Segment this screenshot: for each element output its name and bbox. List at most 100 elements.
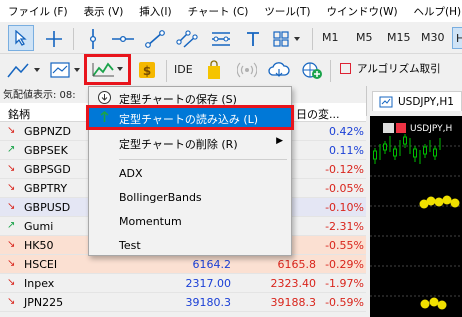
chart-area[interactable]: USDJPY,H	[370, 116, 462, 317]
cursor-button[interactable]	[8, 25, 34, 51]
vertical-line-button[interactable]	[80, 27, 106, 51]
menu-item-delete-template[interactable]: 定型チャートの削除 (R) ▶	[89, 133, 291, 152]
symbol-cell: GBPUSD	[24, 201, 71, 214]
chart-type-dropdown[interactable]	[4, 59, 44, 81]
line-chart-icon	[7, 63, 40, 78]
horizontal-line-button[interactable]	[110, 27, 136, 51]
menu-item-label: BollingerBands	[119, 191, 202, 204]
change-cell: -0.29%	[325, 258, 364, 271]
menu-item-template-adx[interactable]: ADX	[89, 164, 291, 183]
chart-tab-icon	[379, 96, 393, 107]
fibonacci-button[interactable]	[208, 27, 234, 51]
crosshair-button[interactable]	[42, 27, 66, 51]
menu-item-load-template[interactable]: 定型チャートの読み込み (L)	[86, 105, 294, 130]
dollar-icon: $	[139, 62, 155, 78]
timeframe-m15[interactable]: M15	[387, 31, 411, 44]
menu-window[interactable]: ウインドウ(W)	[326, 4, 397, 19]
chart-zoom-dropdown[interactable]	[48, 59, 84, 81]
menu-chart[interactable]: チャート (C)	[188, 4, 249, 19]
change-cell: 0.11%	[329, 144, 364, 157]
arrow-down-icon: ↘	[7, 182, 16, 193]
menu-view[interactable]: 表示 (V)	[84, 4, 124, 19]
ask-cell: 2323.40	[270, 277, 317, 290]
timeframe-m5[interactable]: M5	[356, 31, 373, 44]
menu-file[interactable]: ファイル (F)	[8, 4, 68, 19]
shapes-dropdown[interactable]	[270, 27, 306, 51]
arrow-down-icon: ↘	[7, 296, 16, 307]
symbol-cell: HSCEI	[24, 258, 58, 271]
timeframe-h1[interactable]: H1	[452, 27, 462, 49]
change-cell: -0.12%	[325, 163, 364, 176]
bid-cell: 6164.2	[192, 258, 232, 271]
change-cell: -2.31%	[325, 220, 364, 233]
market-button[interactable]	[204, 58, 224, 82]
symbol-cell: Gumi	[24, 220, 54, 233]
add-indicator-button[interactable]	[300, 59, 324, 81]
experts-button[interactable]: $	[136, 59, 158, 81]
chart-tab-label: USDJPY,H1	[398, 95, 454, 108]
arrow-down-icon: ↘	[7, 277, 16, 288]
svg-text:$: $	[143, 64, 151, 78]
algo-trading-label: アルゴリズム取引	[357, 63, 441, 75]
trendline-icon	[145, 30, 165, 48]
signal-icon	[237, 62, 257, 78]
menu-item-label: 定型チャートの読み込み (L)	[119, 113, 259, 126]
menu-item-save-template[interactable]: 定型チャートの保存 (S)	[89, 88, 291, 107]
vertical-line-icon	[89, 29, 97, 49]
algo-trading-toggle[interactable]: アルゴリズム取引	[340, 61, 441, 76]
arrow-down-icon: ↘	[7, 163, 16, 174]
ask-cell: 39188.3	[270, 296, 317, 309]
market-watch-row[interactable]: ↘ JPN225 39180.3 39188.3 -0.59%	[0, 293, 366, 312]
channel-icon	[176, 30, 198, 48]
symbol-cell: JPN225	[24, 296, 64, 309]
template-button-callout	[84, 54, 131, 85]
arrow-up-icon: ↗	[7, 144, 16, 155]
arrow-down-icon: ↘	[7, 201, 16, 212]
symbol-cell: GBPTRY	[24, 182, 68, 195]
text-button[interactable]	[242, 27, 264, 51]
timeframe-m1[interactable]: M1	[322, 31, 339, 44]
trendline-button[interactable]	[142, 27, 168, 51]
col-header-change[interactable]: 日の変...	[296, 106, 340, 122]
menu-tools[interactable]: ツール(T)	[264, 4, 310, 19]
vps-button[interactable]	[268, 59, 290, 81]
cloud-icon	[268, 62, 290, 77]
symbol-cell: GBPNZD	[24, 125, 71, 138]
change-cell: -1.97%	[325, 277, 364, 290]
bid-cell: 2317.00	[185, 277, 232, 290]
menu-item-template-bollinger[interactable]: BollingerBands	[89, 188, 291, 207]
horizontal-line-icon	[112, 35, 134, 43]
menu-item-template-momentum[interactable]: Momentum	[89, 212, 291, 231]
shopping-bag-icon	[208, 60, 220, 79]
menu-item-label: 定型チャートの削除 (R)	[119, 138, 238, 151]
symbol-cell: GBPSGD	[24, 163, 71, 176]
symbol-cell: Inpex	[24, 277, 55, 290]
ide-button[interactable]: IDE	[174, 63, 193, 76]
change-cell: -0.59%	[325, 296, 364, 309]
menu-item-template-test[interactable]: Test	[89, 236, 291, 255]
signals-button[interactable]	[236, 59, 258, 81]
menu-item-label: Test	[119, 239, 141, 252]
change-cell: 0.42%	[329, 125, 364, 138]
ask-cell: 6165.8	[277, 258, 317, 271]
change-cell: -0.55%	[325, 239, 364, 252]
col-header-symbol[interactable]: 銘柄	[8, 106, 30, 122]
change-cell: -0.10%	[325, 201, 364, 214]
cursor-icon	[15, 30, 27, 46]
chart-canvas: USDJPY,H	[370, 123, 462, 310]
menu-help[interactable]: ヘルプ(H)	[414, 4, 462, 19]
equidistant-channel-button[interactable]	[174, 27, 200, 51]
chart-tab-usdjpy[interactable]: USDJPY,H1	[372, 91, 462, 111]
market-watch-row[interactable]: ↘ Inpex 2317.00 2323.40 -1.97%	[0, 274, 366, 293]
market-watch-title: 気配値表示: 08:	[3, 90, 76, 100]
template-context-menu: 定型チャートの保存 (S) 定型チャートの読み込み (L) 定型チャートの削除 …	[86, 86, 294, 256]
market-watch-row[interactable]: ↘ HSCEI 6164.2 6165.8 -0.29%	[0, 255, 366, 274]
menu-insert[interactable]: 挿入(I)	[139, 4, 171, 19]
algo-checkbox[interactable]	[340, 63, 351, 74]
arrow-down-icon: ↘	[7, 258, 16, 269]
timeframe-m30[interactable]: M30	[421, 31, 445, 44]
menu-divider	[119, 159, 287, 160]
change-cell: -0.05%	[325, 182, 364, 195]
drawing-toolbar: M1 M5 M15 M30 H1	[0, 22, 462, 54]
menu-item-label: Momentum	[119, 215, 182, 228]
